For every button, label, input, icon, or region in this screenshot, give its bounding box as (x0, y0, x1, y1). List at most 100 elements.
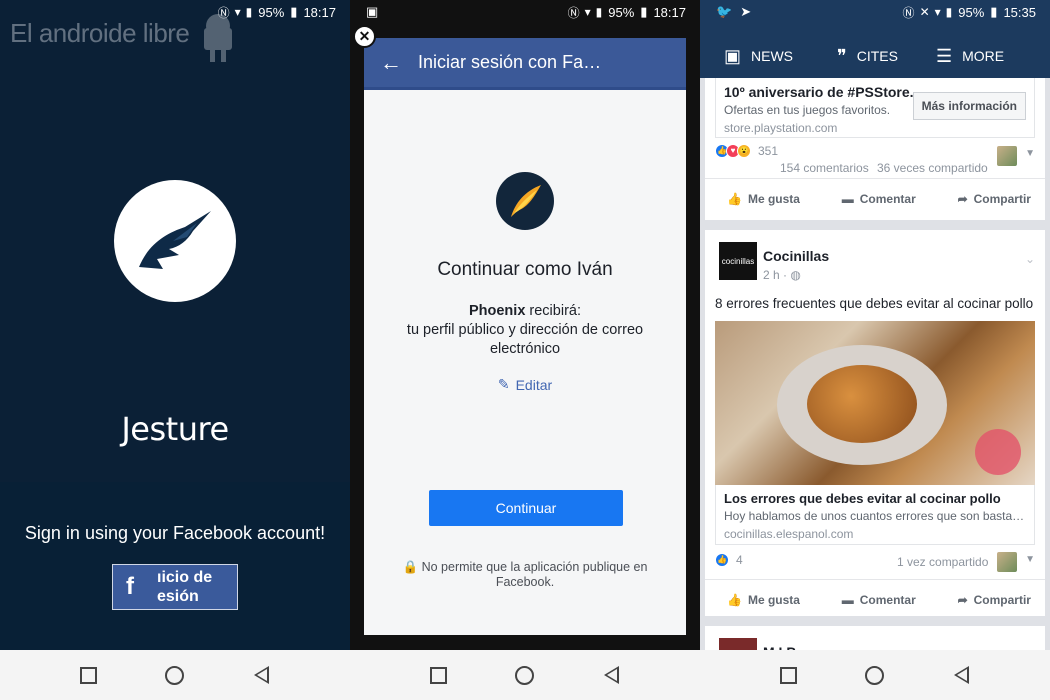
facebook-auth-screen: ▣ Ⓝ ▾ ▮ 95% ▮ 18:17 ✕ ← Iniciar sesión con… (350, 0, 700, 700)
link-url: cocinillas.elespanol.com (724, 527, 854, 541)
continue-button[interactable]: Continuar (429, 490, 623, 526)
wifi-icon: ▾ (584, 5, 591, 19)
facebook-dialog: ← Iniciar sesión con Fac… Continuar como… (364, 38, 686, 635)
shares-count[interactable]: 1 vez compartido (897, 555, 988, 569)
news-feed-screen: 🐦 ➤ Ⓝ ✕ ▾ ▮ 95% ▮ 15:35 ▣ NEWS ❞ CITES ☰ MORE 1… (700, 0, 1050, 700)
tab-cites[interactable]: ❞ CITES (837, 46, 898, 67)
facebook-login-button[interactable]: f ıicio de esión (112, 564, 238, 610)
nav-bar (350, 650, 700, 700)
feather-icon (511, 185, 541, 217)
nav-bar (700, 650, 1050, 700)
clock: 18:17 (303, 4, 336, 20)
link-preview[interactable]: Los errores que debes evitar al cocinar … (715, 485, 1035, 545)
home-button[interactable] (163, 663, 187, 687)
dialog-title: Iniciar sesión con Fac… (418, 52, 608, 72)
home-button[interactable] (513, 663, 537, 687)
chevron-down-icon[interactable]: ⌄ (1025, 252, 1035, 266)
comment-label: Comentar (859, 191, 916, 206)
image-icon: ▣ (366, 4, 379, 19)
shares-count[interactable]: 36 veces compartido (877, 161, 988, 175)
post2-reactions[interactable]: 👍 4 (715, 553, 743, 567)
battery-icon: ▮ (990, 4, 998, 19)
chevron-down-icon[interactable]: ▼ (1025, 148, 1035, 159)
post-image[interactable] (715, 321, 1035, 485)
edit-permissions-link[interactable]: ✎ Editar (364, 376, 686, 393)
app-name: Jesture (121, 410, 229, 448)
signin-prompt: Sign in using your Facebook account! (24, 523, 326, 543)
flower-shape (975, 429, 1021, 475)
share-icon: ➦ (957, 191, 968, 206)
back-button[interactable] (950, 663, 974, 687)
status-left-icons: 🐦 ➤ (716, 4, 751, 20)
reactions-count: 4 (736, 553, 743, 567)
post1-reactions[interactable]: 👍 ♥ 😮 351 (715, 144, 1035, 158)
requesting-app-name: Phoenix (468, 303, 526, 319)
lock-icon: 🔒 (402, 560, 419, 574)
receives-label: recibirá: (525, 303, 581, 319)
recents-button[interactable] (76, 663, 100, 687)
comments-count[interactable]: 154 comentarios (780, 161, 869, 175)
link-description: Hoy hablamos de unos cuantos errores que… (724, 509, 1025, 523)
dialog-header: ← Iniciar sesión con Fac… (364, 38, 686, 90)
ad-url: store.playstation.com (724, 121, 838, 135)
share-button[interactable]: ➦ Compartir (958, 192, 1031, 206)
viewer-avatar (997, 146, 1017, 166)
ad-link-preview[interactable]: 10º aniversario de #PSStore. Ofertas en … (715, 78, 1035, 138)
battery-icon: ▮ (640, 4, 648, 19)
status-left-icons: ▣ (366, 4, 378, 20)
android-robot-icon (204, 14, 232, 62)
back-button[interactable] (600, 663, 624, 687)
jesture-logo (114, 180, 236, 302)
page-name[interactable]: Cocinillas (763, 248, 829, 264)
status-icons: Ⓝ ▾ ▮ (568, 4, 603, 21)
link-title: Los errores que debes evitar al cocinar … (724, 491, 1001, 506)
recents-button[interactable] (776, 663, 800, 687)
mute-icon: ✕ (919, 5, 930, 19)
recents-button[interactable] (426, 663, 450, 687)
news-icon: ▣ (724, 45, 742, 66)
like-label: Me gusta (747, 191, 800, 206)
status-bar: ▣ Ⓝ ▾ ▮ 95% ▮ 18:17 (350, 0, 700, 24)
post1-actions: 👍 Me gusta ▬ Comentar ➦ Compartir (705, 178, 1045, 218)
tab-more[interactable]: ☰ MORE (936, 46, 1004, 67)
like-label: Me gusta (747, 592, 800, 607)
back-button[interactable] (250, 663, 274, 687)
edit-icon: ✎ (497, 376, 510, 392)
chevron-down-icon[interactable]: ▼ (1025, 554, 1035, 565)
comment-button[interactable]: ▬ Comentar (842, 192, 916, 206)
thumbs-up-icon: 👍 (727, 191, 742, 206)
like-reaction-icon: 👍 (715, 553, 729, 567)
home-button[interactable] (863, 663, 887, 687)
menu-icon: ☰ (935, 45, 953, 66)
signal-icon: ▮ (945, 5, 953, 19)
facebook-icon: f (126, 573, 134, 600)
globe-icon: ◍ (790, 268, 801, 282)
back-arrow-icon[interactable]: ← (364, 50, 418, 76)
nfc-icon: Ⓝ (567, 5, 580, 20)
share-button[interactable]: ➦ Compartir (958, 593, 1031, 607)
like-button[interactable]: 👍 Me gusta (727, 192, 800, 206)
signal-icon: ▮ (245, 5, 253, 19)
post2-stats: 👍 4 1 vez compartido ▼ (705, 545, 1045, 579)
page-avatar[interactable]: cocinillas (719, 242, 757, 280)
signal-icon: ▮ (595, 5, 603, 19)
quote-icon: ❞ (837, 45, 847, 66)
post-text: 8 errores frecuentes que debes evitar al… (715, 296, 1034, 311)
phoenix-logo (496, 172, 554, 230)
like-button[interactable]: 👍 Me gusta (727, 593, 800, 607)
nav-bar (0, 650, 350, 700)
clock: 15:35 (1003, 4, 1036, 20)
tab-news[interactable]: ▣ NEWS (724, 46, 793, 67)
telegram-icon: ➤ (740, 4, 752, 19)
dragon-icon (139, 211, 211, 269)
viewer-avatar (997, 552, 1017, 572)
comment-icon: ▬ (841, 592, 854, 607)
comment-button[interactable]: ▬ Comentar (842, 593, 916, 607)
tab-news-label: NEWS (751, 48, 794, 64)
chicken-shape (807, 365, 917, 443)
tab-more-label: MORE (962, 48, 1005, 64)
watermark: El androide libre (10, 18, 190, 48)
battery-percent: 95% (258, 4, 285, 20)
close-dialog-icon[interactable]: ✕ (353, 25, 376, 48)
more-info-button[interactable]: Más información (912, 92, 1026, 120)
